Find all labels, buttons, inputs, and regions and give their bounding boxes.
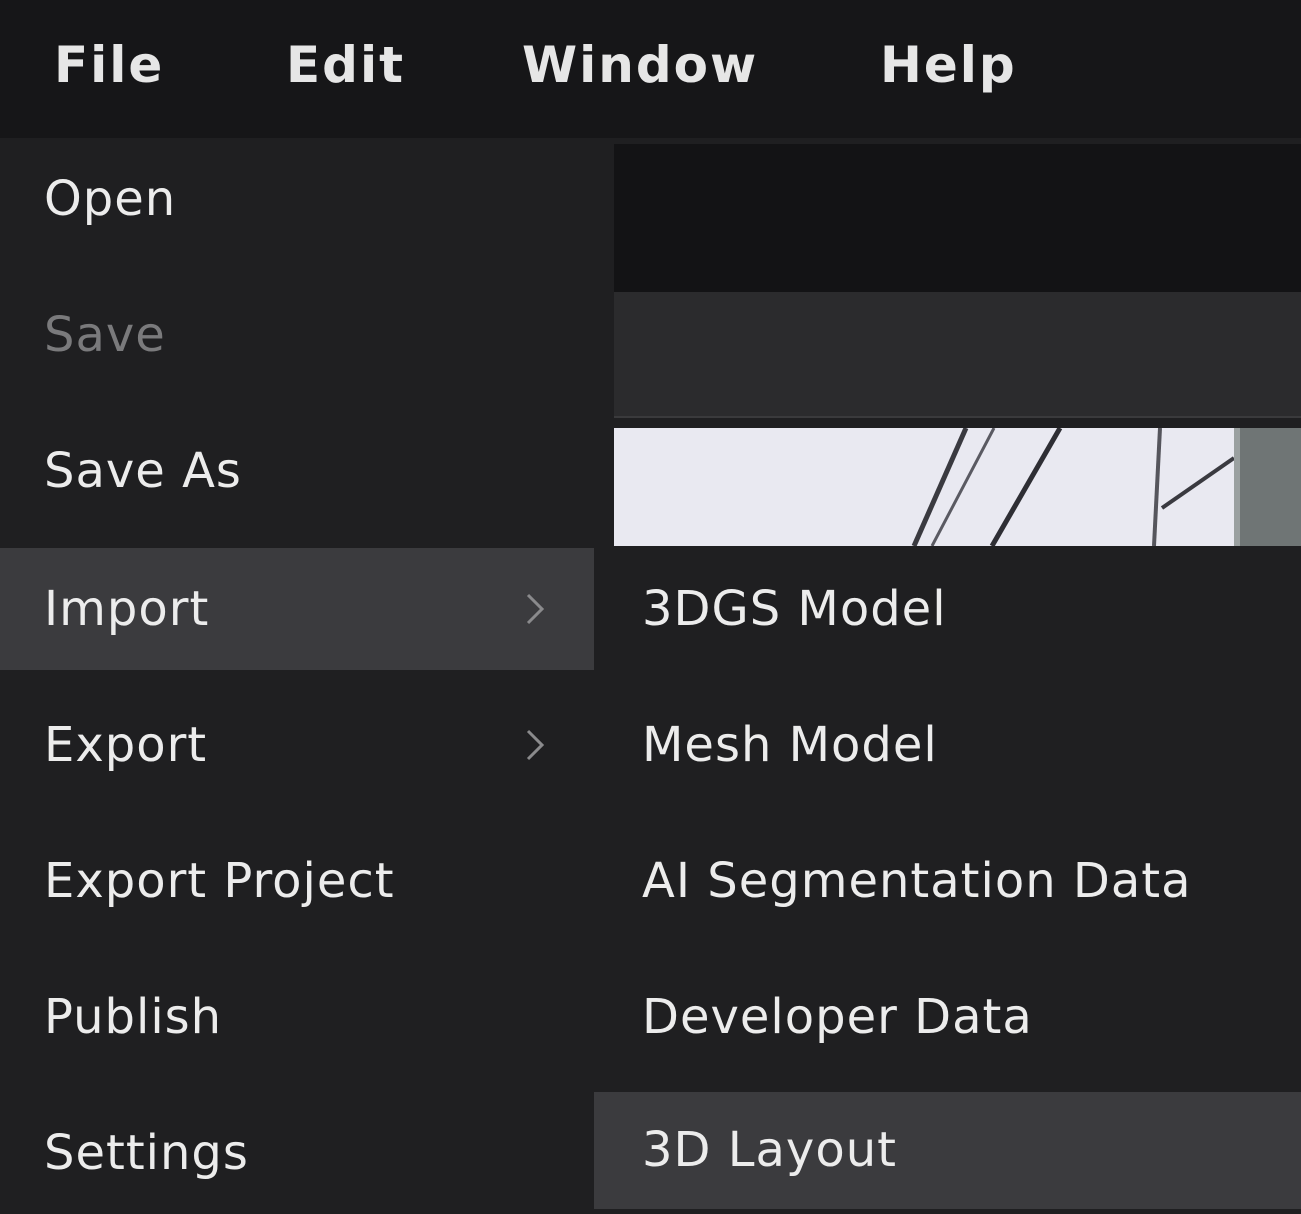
menu-item-settings[interactable]: Settings xyxy=(0,1092,594,1214)
menu-bar: File Edit Window Help xyxy=(0,0,1301,138)
menu-item-import[interactable]: Import xyxy=(0,548,594,670)
chevron-right-icon xyxy=(526,729,545,761)
menu-item-publish[interactable]: Publish xyxy=(0,956,594,1078)
menu-item-export[interactable]: Export xyxy=(0,684,594,806)
menu-window[interactable]: Window xyxy=(522,0,758,130)
submenu-item-mesh-model[interactable]: Mesh Model xyxy=(594,684,1301,806)
submenu-item-ai-segmentation-data[interactable]: AI Segmentation Data xyxy=(594,820,1301,942)
background-toolbar xyxy=(614,144,1301,292)
background-viewport-image xyxy=(614,428,1301,546)
menu-item-export-project[interactable]: Export Project xyxy=(0,820,594,942)
menu-edit[interactable]: Edit xyxy=(286,0,405,130)
file-menu-dropdown: Open Save Save As Import Export Export P… xyxy=(0,138,614,1209)
chevron-right-icon xyxy=(526,593,545,625)
background-panel xyxy=(614,292,1301,418)
menu-item-export-label: Export xyxy=(44,717,208,773)
menu-item-save[interactable]: Save xyxy=(0,274,594,396)
submenu-item-developer-data[interactable]: Developer Data xyxy=(594,956,1301,1078)
import-submenu: 3DGS Model Mesh Model AI Segmentation Da… xyxy=(594,548,1301,1209)
menu-help[interactable]: Help xyxy=(880,0,1017,130)
menu-file[interactable]: File xyxy=(54,0,164,130)
background-workspace xyxy=(614,138,1301,548)
menu-item-import-label: Import xyxy=(44,581,210,637)
submenu-item-3dgs-model[interactable]: 3DGS Model xyxy=(594,548,1301,670)
submenu-item-3d-layout[interactable]: 3D Layout xyxy=(594,1092,1301,1209)
menu-item-open[interactable]: Open xyxy=(0,138,594,260)
menu-item-save-as[interactable]: Save As xyxy=(0,410,594,532)
